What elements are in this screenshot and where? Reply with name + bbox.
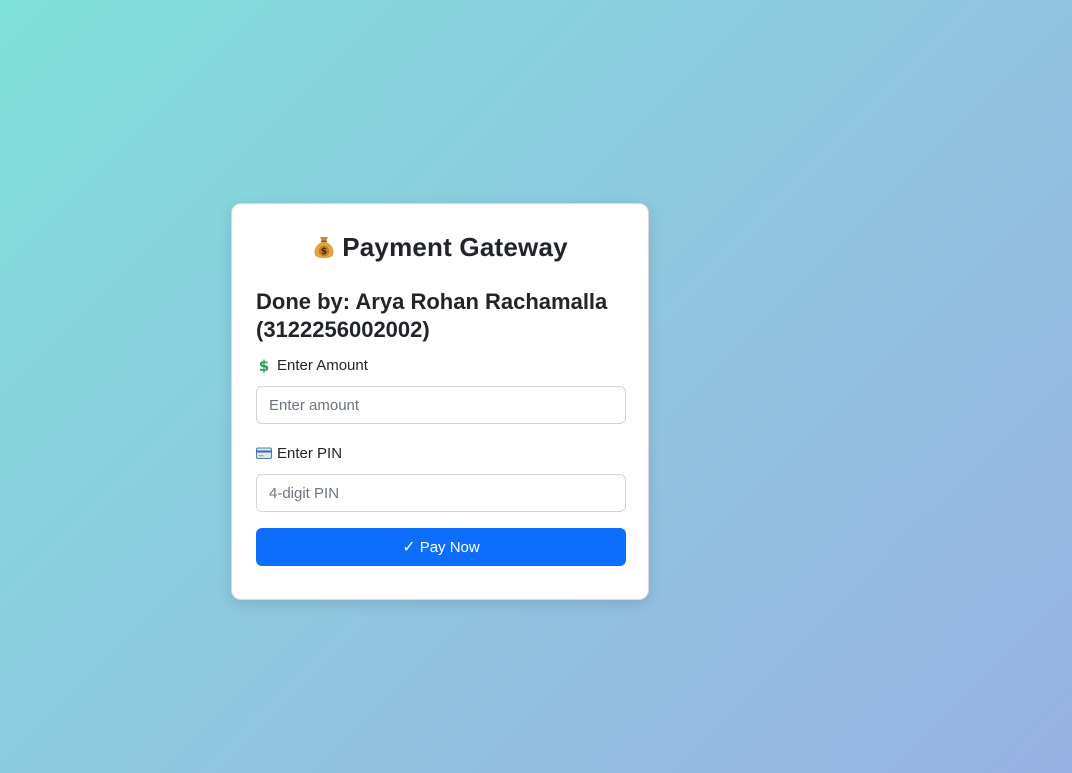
page-title: Payment Gateway: [342, 231, 568, 262]
checkmark-icon: ✓: [402, 539, 416, 556]
amount-label-text: Enter Amount: [277, 356, 368, 374]
pin-label-text: Enter PIN: [277, 444, 343, 462]
title-row: $ Payment Gateway: [256, 230, 624, 264]
author-credit: Done by: Arya Rohan Rachamalla (31222560…: [256, 289, 608, 342]
money-bag-icon: $: [314, 237, 334, 258]
pin-label: Enter PIN: [256, 442, 624, 464]
credit-card-icon: [256, 447, 272, 459]
amount-input[interactable]: [256, 386, 626, 424]
svg-text:$: $: [321, 247, 327, 257]
pay-now-label: Pay Now: [419, 538, 480, 556]
svg-text:$: $: [259, 357, 269, 373]
pay-now-button[interactable]: ✓ Pay Now: [256, 528, 626, 566]
amount-label: $ Enter Amount: [256, 354, 624, 376]
payment-card: $ Payment Gateway Done by: Arya Rohan Ra…: [231, 203, 649, 600]
pin-input[interactable]: [256, 474, 626, 512]
dollar-sign-icon: $: [259, 357, 269, 373]
